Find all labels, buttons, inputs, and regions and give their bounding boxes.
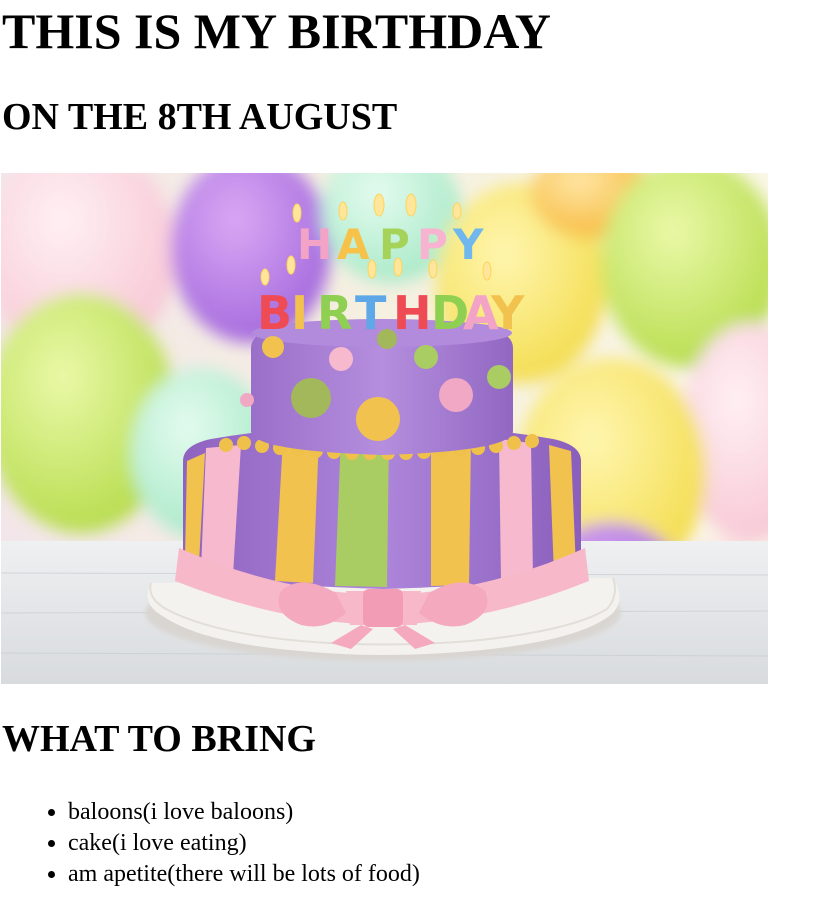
- cake-letter: I: [291, 286, 308, 340]
- cake-letter: B: [257, 286, 292, 340]
- list-item: cake(i love eating): [68, 828, 420, 859]
- bring-list: baloons(i love baloons) cake(i love eati…: [0, 797, 420, 890]
- cake-letter: H: [297, 220, 332, 269]
- cake-letter: T: [355, 286, 387, 340]
- list-item: am apetite(there will be lots of food): [68, 859, 420, 890]
- page-title: THIS IS MY BIRTHDAY: [2, 3, 551, 59]
- what-to-bring-heading: WHAT TO BRING: [2, 718, 316, 760]
- cake-letter: Y: [490, 286, 525, 340]
- cake-letter: A: [337, 220, 370, 269]
- cake-letter: Y: [452, 220, 484, 269]
- page-subtitle-date: ON THE 8TH AUGUST: [2, 96, 398, 138]
- birthday-cake-image: H A P P Y B I R T H D A Y: [1, 173, 768, 684]
- cake-letter: R: [317, 286, 352, 340]
- list-item: baloons(i love baloons): [68, 797, 420, 828]
- cake-letter: H: [393, 286, 432, 340]
